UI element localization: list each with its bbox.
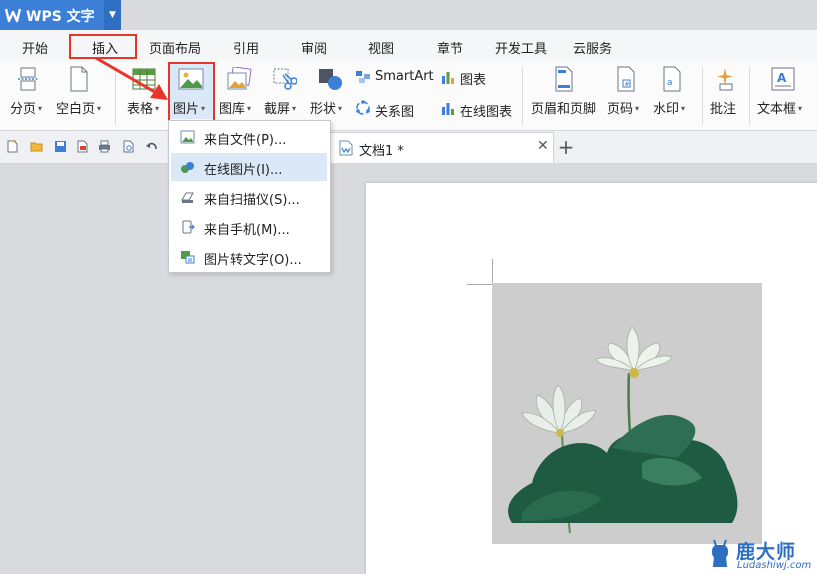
deer-logo-icon: [711, 539, 729, 567]
watermark-url: Ludashiwj.com: [737, 560, 812, 571]
site-watermark-logo: 鹿大师 Ludashiwj.com: [706, 536, 817, 574]
annotation-arrow: [95, 56, 168, 100]
